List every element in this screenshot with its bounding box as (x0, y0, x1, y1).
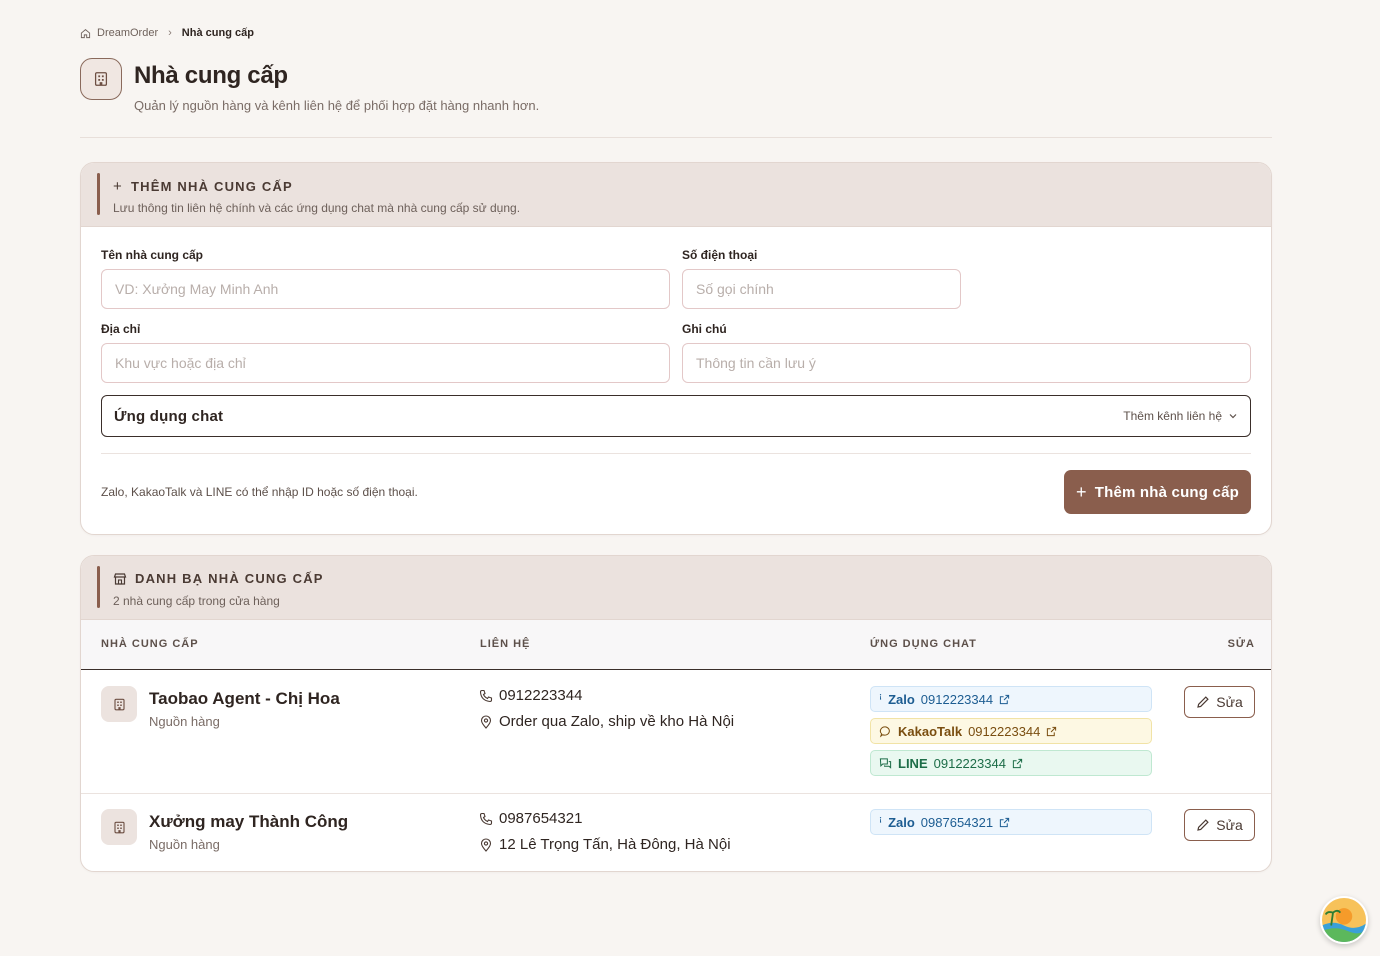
breadcrumb-current: Nhà cung cấp (181, 27, 254, 39)
add-supplier-card: + THÊM NHÀ CUNG CẤP Lưu thông tin liên h… (80, 162, 1272, 535)
external-link-icon (1012, 758, 1023, 768)
chat-app-name: Zalo (888, 814, 915, 830)
building-icon (101, 809, 137, 845)
chat-app-name: Zalo (888, 691, 915, 707)
map-pin-icon (480, 714, 492, 729)
supplier-address-text: Order qua Zalo, ship về kho Hà Nội (499, 713, 735, 730)
page-title: Nhà cung cấp (134, 62, 288, 89)
chat-app-name: LINE (898, 755, 928, 771)
column-header-contact: LIÊN HỆ (480, 638, 531, 650)
table-row: Taobao Agent - Chị Hoa Nguồn hàng 091222… (81, 671, 1271, 793)
name-label: Tên nhà cung cấp (101, 248, 204, 262)
chat-link-zalo[interactable]: ꜟ Zalo 0987654321 (870, 809, 1152, 835)
page-header: Nhà cung cấp Quản lý nguồn hàng và kênh … (80, 58, 539, 113)
plus-icon: + (113, 178, 123, 195)
form-hint: Zalo, KakaoTalk và LINE có thể nhập ID h… (101, 485, 418, 499)
chat-apps-dropdown[interactable]: Ứng dụng chat Thêm kênh liên hệ (101, 395, 1251, 437)
divider (101, 453, 1251, 454)
phone-input[interactable]: Số gọi chính (682, 269, 961, 309)
chevron-right-icon: › (168, 27, 172, 39)
phone-icon (479, 812, 493, 825)
external-link-icon (1047, 726, 1057, 736)
supplier-phone-text: 0912223344 (499, 687, 583, 704)
chat-app-id: 0912223344 (920, 691, 994, 707)
chat-app-id: 0912223344 (933, 755, 1006, 771)
supplier-name: Taobao Agent - Chị Hoa (149, 689, 340, 708)
add-supplier-title: THÊM NHÀ CUNG CẤP (130, 179, 293, 194)
directory-card-header: DANH BẠ NHÀ CUNG CẤP 2 nhà cung cấp tron… (81, 556, 1271, 620)
divider (80, 137, 1272, 138)
pencil-icon (1197, 696, 1209, 708)
supplier-address: 12 Lê Trọng Tấn, Hà Đông, Hà Nội (479, 836, 731, 853)
accent-bar (97, 173, 100, 215)
supplier-phone-text: 0987654321 (499, 810, 583, 827)
table-row: Xưởng may Thành Công Nguồn hàng 09876543… (81, 794, 1271, 871)
zalo-icon: ꜟ (879, 816, 883, 828)
floating-assistant-button[interactable] (1320, 896, 1368, 944)
supplier-phone: 0912223344 (479, 687, 582, 704)
plus-icon: + (1076, 481, 1087, 502)
edit-button-label: Sửa (1216, 817, 1243, 833)
chat-apps-label: Ứng dụng chat (114, 407, 224, 425)
accent-bar (97, 566, 100, 608)
supplier-type: Nguồn hàng (149, 837, 220, 852)
edit-button-label: Sửa (1216, 694, 1243, 710)
chat-bubble-icon (879, 725, 890, 738)
landscape-avatar-icon (1322, 898, 1366, 942)
directory-title: DANH BẠ NHÀ CUNG CẤP (135, 571, 324, 586)
external-link-icon (999, 694, 1010, 704)
address-input[interactable]: Khu vực hoặc địa chỉ (101, 343, 670, 383)
chat-app-id: 0987654321 (920, 814, 994, 830)
address-label: Địa chỉ (101, 322, 141, 336)
supplier-phone: 0987654321 (479, 810, 582, 827)
add-contact-channel-label: Thêm kênh liên hệ (1123, 409, 1222, 423)
breadcrumb: DreamOrder › Nhà cung cấp (80, 27, 254, 39)
supplier-directory-card: DANH BẠ NHÀ CUNG CẤP 2 nhà cung cấp tron… (80, 555, 1272, 872)
zalo-icon: ꜟ (879, 693, 883, 705)
column-header-edit: SỬA (1227, 638, 1255, 650)
edit-button[interactable]: Sửa (1184, 686, 1255, 718)
chevron-down-icon (1229, 414, 1237, 419)
external-link-icon (999, 817, 1010, 827)
table-header: NHÀ CUNG CẤP LIÊN HỆ ỨNG DỤNG CHAT SỬA (81, 620, 1271, 670)
building-icon (101, 686, 137, 722)
add-supplier-card-header: + THÊM NHÀ CUNG CẤP Lưu thông tin liên h… (81, 163, 1271, 227)
note-label: Ghi chú (682, 322, 727, 336)
supplier-count: 2 nhà cung cấp trong cửa hàng (113, 594, 280, 608)
messages-icon (879, 757, 892, 769)
column-header-chat-apps: ỨNG DỤNG CHAT (870, 638, 977, 650)
home-icon (80, 28, 91, 38)
note-input[interactable]: Thông tin cần lưu ý (682, 343, 1251, 383)
chat-link-line[interactable]: LINE 0912223344 (870, 750, 1152, 776)
map-pin-icon (480, 837, 492, 852)
chat-link-zalo[interactable]: ꜟ Zalo 0912223344 (870, 686, 1152, 712)
supplier-name-input[interactable]: VD: Xưởng May Minh Anh (101, 269, 670, 309)
page-subtitle: Quản lý nguồn hàng và kênh liên hệ để ph… (134, 98, 540, 113)
supplier-address-text: 12 Lê Trọng Tấn, Hà Đông, Hà Nội (499, 836, 731, 853)
edit-button[interactable]: Sửa (1184, 809, 1255, 841)
add-contact-channel-toggle[interactable]: Thêm kênh liên hệ (1123, 409, 1238, 423)
phone-label: Số điện thoại (682, 248, 758, 262)
chat-app-id: 0912223344 (968, 723, 1041, 739)
store-icon (113, 572, 127, 585)
chat-link-kakaotalk[interactable]: KakaoTalk 0912223344 (870, 718, 1152, 744)
building-icon (80, 58, 122, 100)
supplier-name: Xưởng may Thành Công (149, 812, 349, 831)
add-supplier-button[interactable]: + Thêm nhà cung cấp (1064, 470, 1251, 514)
add-supplier-description: Lưu thông tin liên hệ chính và các ứng d… (113, 201, 521, 215)
add-supplier-button-label: Thêm nhà cung cấp (1094, 483, 1239, 501)
chat-app-name: KakaoTalk (898, 723, 963, 739)
supplier-address: Order qua Zalo, ship về kho Hà Nội (479, 713, 734, 730)
column-header-supplier: NHÀ CUNG CẤP (101, 638, 199, 650)
supplier-type: Nguồn hàng (149, 714, 220, 729)
breadcrumb-root-link[interactable]: DreamOrder (97, 27, 158, 39)
pencil-icon (1197, 819, 1209, 831)
phone-icon (479, 689, 493, 702)
